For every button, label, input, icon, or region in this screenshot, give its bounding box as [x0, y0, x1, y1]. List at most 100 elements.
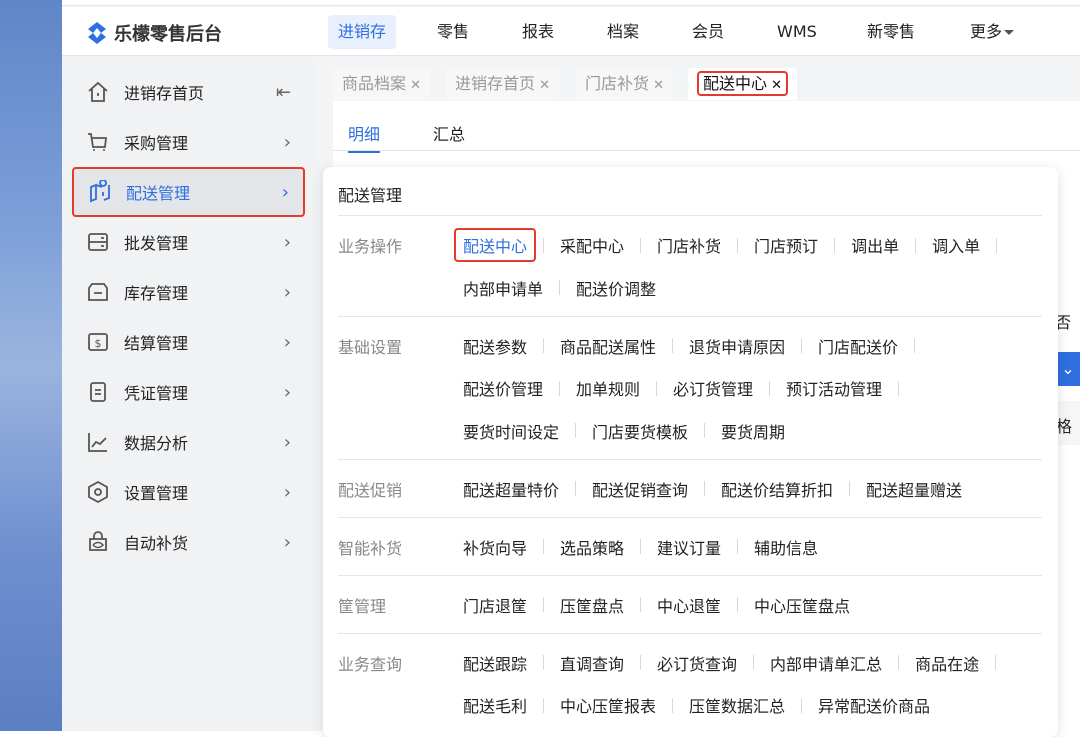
separator: [543, 697, 545, 713]
chevron-right-icon: ›: [283, 381, 291, 403]
menu-link[interactable]: 必订货管理: [673, 376, 753, 400]
close-icon[interactable]: ✕: [535, 78, 550, 93]
top-strip: [62, 0, 1080, 6]
separator: [543, 338, 545, 353]
cart-icon: [86, 130, 110, 154]
page-tab-1[interactable]: 进销存首页 ✕: [446, 68, 560, 100]
menu-link[interactable]: 门店配送价: [818, 334, 898, 358]
close-icon[interactable]: ✕: [649, 78, 664, 93]
page-tab-2[interactable]: 门店补货 ✕: [576, 68, 674, 100]
menu-link[interactable]: 商品在途: [915, 651, 979, 675]
menu-link[interactable]: 中心压筐报表: [560, 693, 656, 717]
nav-0[interactable]: 进销存: [328, 15, 397, 49]
close-icon[interactable]: ✕: [767, 78, 782, 93]
svg-text:$: $: [95, 337, 102, 350]
menu-line: 内部申请单 配送价调整: [463, 276, 656, 300]
menu-line: 配送中心 采配中心 门店补货 门店预订 调出单 调入单: [454, 228, 1013, 262]
nav-3[interactable]: 档案: [597, 15, 649, 49]
nav-label: 进销存: [338, 22, 387, 41]
separator: [737, 597, 739, 612]
menu-line: 补货向导 选品策略 建议订量 辅助信息: [463, 535, 818, 559]
sidebar-item-7[interactable]: 数据分析 ›: [72, 417, 305, 467]
sidebar-item-9[interactable]: 自动补货 ›: [72, 517, 305, 567]
menu-link[interactable]: 要货周期: [721, 419, 785, 443]
menu-link[interactable]: 商品配送属性: [560, 334, 656, 358]
nav-4[interactable]: 会员: [682, 15, 734, 49]
sidebar-item-4[interactable]: 库存管理 ›: [72, 267, 305, 317]
brand-logo[interactable]: 乐檬零售后台: [86, 20, 222, 46]
menu-link[interactable]: 内部申请单汇总: [770, 651, 882, 675]
divider: [338, 632, 1042, 634]
close-icon[interactable]: ✕: [406, 78, 421, 93]
page-tab-0[interactable]: 商品档案 ✕: [333, 68, 431, 100]
tab-label: 配送中心: [703, 74, 768, 93]
menu-link[interactable]: 调入单: [932, 233, 980, 257]
menu-line: 配送毛利 中心压筐报表 压筐数据汇总 异常配送价商品: [463, 693, 930, 717]
menu-link[interactable]: 中心退筐: [657, 593, 721, 617]
sidebar-item-6[interactable]: 凭证管理 ›: [72, 367, 305, 417]
separator: [849, 481, 851, 496]
header: 乐檬零售后台 进销存 零售 报表 档案 会员 WMS 新零售 更多: [62, 7, 1080, 56]
menu-link[interactable]: 配送促销查询: [592, 477, 688, 501]
menu-link[interactable]: 要货时间设定: [463, 419, 559, 443]
menu-link[interactable]: 必订货查询: [657, 651, 737, 675]
separator: [704, 481, 706, 496]
menu-link[interactable]: 压筐数据汇总: [689, 693, 785, 717]
menu-link[interactable]: 采配中心: [560, 233, 624, 257]
menu-link[interactable]: 内部申请单: [463, 276, 543, 300]
menu-link[interactable]: 退货申请原因: [689, 334, 785, 358]
logo-icon: [88, 22, 106, 44]
chevron-right-icon: ›: [283, 331, 291, 353]
menu-link[interactable]: 异常配送价商品: [818, 693, 930, 717]
sidebar-item-1[interactable]: 采购管理 ›: [72, 117, 305, 167]
menu-link[interactable]: 配送参数: [463, 334, 527, 358]
menu-link[interactable]: 门店要货模板: [592, 419, 688, 443]
nav-1[interactable]: 零售: [427, 15, 479, 49]
menu-link[interactable]: 建议订量: [657, 535, 721, 559]
divider: [338, 458, 1042, 460]
menu-link[interactable]: 调出单: [851, 233, 899, 257]
menu-link[interactable]: 配送价管理: [463, 376, 543, 400]
sidebar-item-3[interactable]: 批发管理 ›: [72, 217, 305, 267]
menu-link[interactable]: 配送超量赠送: [866, 477, 962, 501]
menu-link[interactable]: 配送毛利: [463, 693, 527, 717]
menu-link[interactable]: 配送价结算折扣: [721, 477, 833, 501]
nav-5[interactable]: WMS: [767, 15, 827, 49]
menu-link[interactable]: 门店预订: [754, 233, 818, 257]
subtab-summary[interactable]: 汇总: [433, 121, 465, 145]
menu-link[interactable]: 直调查询: [560, 651, 624, 675]
menu-link[interactable]: 加单规则: [576, 376, 640, 400]
separator: [753, 655, 755, 670]
menu-link[interactable]: 配送超量特价: [463, 477, 559, 501]
menu-link[interactable]: 配送价调整: [576, 276, 656, 300]
home-icon: [86, 80, 110, 104]
collapse-sidebar-icon[interactable]: ⇤: [276, 82, 291, 103]
page-tab-3[interactable]: 配送中心 ✕: [688, 68, 798, 100]
subtab-detail[interactable]: 明细: [348, 121, 381, 153]
menu-link[interactable]: 门店退筐: [463, 593, 527, 617]
tab-content: 商品档案 ✕: [342, 74, 421, 93]
sidebar-item-5[interactable]: $ 结算管理 ›: [72, 317, 305, 367]
menu-link[interactable]: 配送跟踪: [463, 651, 527, 675]
menu-link[interactable]: 门店补货: [657, 233, 721, 257]
nav-7[interactable]: 更多: [960, 15, 1024, 49]
nav-6[interactable]: 新零售: [857, 15, 925, 49]
delivery-map-icon: [88, 180, 112, 204]
menu-link[interactable]: 辅助信息: [754, 535, 818, 559]
menu-link[interactable]: 预订活动管理: [786, 376, 882, 400]
chevron-right-icon: ›: [283, 431, 291, 453]
nav-2[interactable]: 报表: [512, 15, 564, 49]
sidebar-item-2[interactable]: 配送管理 ›: [72, 167, 305, 217]
menu-link[interactable]: 选品策略: [560, 535, 624, 559]
menu-link[interactable]: 配送中心: [454, 228, 537, 262]
menu-category: 配送促销: [338, 480, 403, 500]
menu-link[interactable]: 补货向导: [463, 535, 527, 559]
menu-link[interactable]: 压筐盘点: [560, 593, 624, 617]
menu-link[interactable]: 中心压筐盘点: [754, 593, 850, 617]
sidebar-item-8[interactable]: 设置管理 ›: [72, 467, 305, 517]
separator: [543, 655, 545, 670]
separator: [769, 380, 771, 396]
sidebar-item-0[interactable]: 进销存首页 ⇤: [72, 67, 305, 117]
tab-label: 商品档案: [342, 74, 407, 93]
sidebar-item-label: 设置管理: [124, 484, 189, 503]
